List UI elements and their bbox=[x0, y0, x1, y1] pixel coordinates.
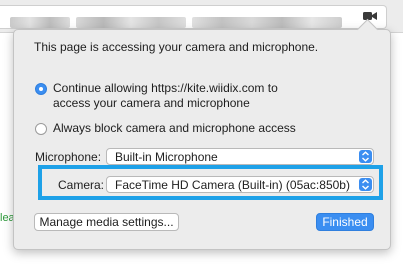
allow-option-line2[interactable]: access your camera and microphone bbox=[53, 96, 250, 111]
blurred-url-segment bbox=[192, 17, 342, 28]
allow-radio[interactable] bbox=[35, 83, 47, 95]
allow-option-line1[interactable]: Continue allowing https://kite.wiidix.co… bbox=[53, 81, 278, 96]
camera-highlight-box bbox=[38, 165, 383, 200]
microphone-select-value: Built-in Microphone bbox=[115, 150, 218, 164]
blurred-url-segment bbox=[10, 17, 70, 28]
chevron-up-down-icon bbox=[359, 150, 372, 163]
blurred-url-segment bbox=[76, 17, 186, 28]
finished-button[interactable]: Finished bbox=[316, 213, 374, 231]
block-radio[interactable] bbox=[35, 123, 47, 135]
microphone-label: Microphone: bbox=[35, 150, 102, 164]
popover-heading: This page is accessing your camera and m… bbox=[34, 40, 319, 54]
block-option-label[interactable]: Always block camera and microphone acces… bbox=[53, 121, 296, 136]
manage-media-settings-button[interactable]: Manage media settings... bbox=[34, 213, 179, 231]
url-field[interactable] bbox=[0, 5, 387, 29]
microphone-select[interactable]: Built-in Microphone bbox=[106, 148, 374, 165]
